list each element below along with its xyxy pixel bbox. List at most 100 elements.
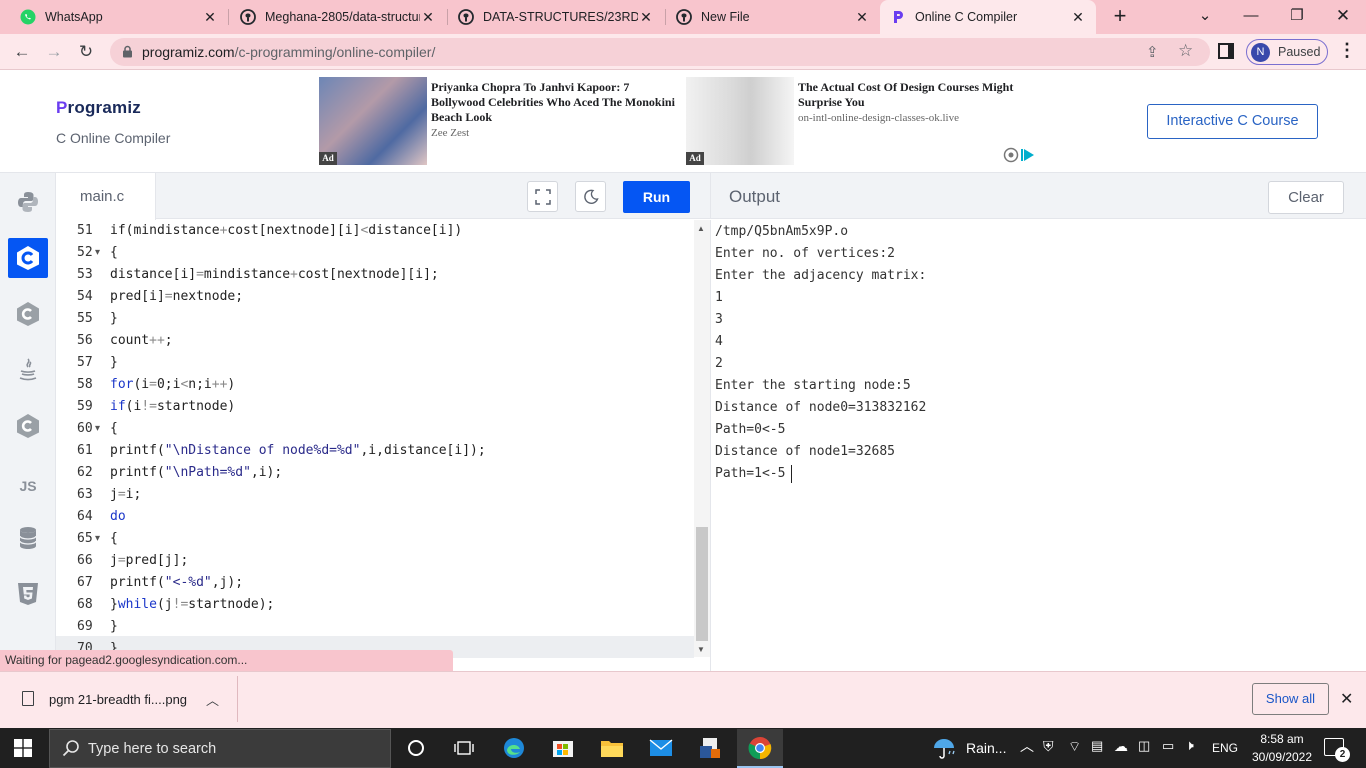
loading-status: Waiting for pagead2.googlesyndication.co…	[0, 650, 453, 671]
address-bar[interactable]: programiz.com/c-programming/online-compi…	[110, 38, 1210, 66]
battery-icon[interactable]: ▭	[1162, 738, 1174, 754]
divider	[237, 676, 238, 722]
code-line: if(mindistance+cost[nextnode][i]<distanc…	[110, 223, 463, 238]
close-tab-icon[interactable]: ✕	[638, 9, 654, 26]
security-shield-icon[interactable]: ⛨	[1043, 738, 1054, 755]
tab-whatsapp[interactable]: WhatsApp ✕	[10, 0, 228, 34]
weather-label[interactable]: Rain...	[966, 740, 1006, 756]
forward-icon[interactable]: →	[42, 40, 66, 64]
tab-label: WhatsApp	[45, 10, 103, 24]
meet-now-icon[interactable]: ◫	[1138, 738, 1150, 754]
python-icon[interactable]	[8, 182, 48, 222]
url-host: programiz.com	[142, 44, 235, 60]
csharp-language-icon[interactable]	[8, 406, 48, 446]
fold-toggle-icon[interactable]: ▾	[95, 242, 100, 264]
line-number: 67	[77, 575, 93, 590]
weather-rain-icon[interactable]	[932, 736, 958, 763]
scrollbar-thumb[interactable]	[696, 527, 708, 641]
ad-title[interactable]: Priyanka Chopra To Janhvi Kapoor: 7 Boll…	[431, 80, 681, 125]
clear-button[interactable]: Clear	[1268, 181, 1344, 214]
profile-status: Paused	[1278, 45, 1321, 59]
network-icon[interactable]: ⌔	[1068, 738, 1081, 756]
close-downloads-icon[interactable]: ✕	[1340, 689, 1353, 709]
close-tab-icon[interactable]: ✕	[420, 9, 436, 26]
code-line: do	[110, 509, 126, 524]
restore-icon[interactable]: ❐	[1274, 0, 1320, 34]
tab-github-2[interactable]: DATA-STRUCTURES/23RD D ✕	[448, 0, 664, 34]
code-line: printf("\nPath=%d",i);	[110, 465, 283, 480]
file-explorer-icon[interactable]	[597, 734, 627, 762]
output-line: Distance of node0=313832162	[715, 400, 927, 415]
bookmark-star-icon[interactable]: ☆	[1178, 41, 1193, 61]
close-window-icon[interactable]: ✕	[1320, 0, 1366, 34]
show-all-button[interactable]: Show all	[1252, 683, 1329, 715]
volume-muted-icon[interactable]: 🕨	[1185, 737, 1194, 754]
line-gutter: 51 52 ▾ 53 54 55 56 57 58 59 60 ▾ 61 62 63 64 65 ▾ 66 67 68 6…	[56, 220, 108, 656]
side-panel-icon[interactable]	[1218, 43, 1234, 59]
share-icon[interactable]: ⇪	[1146, 43, 1159, 61]
close-tab-icon[interactable]: ✕	[1070, 9, 1086, 26]
interactive-course-button[interactable]: Interactive C Course	[1147, 104, 1318, 139]
chevron-up-icon[interactable]: ︿	[206, 690, 219, 709]
code-line: {	[110, 531, 118, 546]
office-file-icon[interactable]	[695, 734, 725, 762]
store-icon[interactable]	[548, 734, 578, 762]
output-title: Output	[729, 187, 781, 206]
back-icon[interactable]: ←	[10, 40, 34, 64]
task-view-icon[interactable]	[449, 734, 479, 762]
javascript-icon[interactable]: JS	[8, 466, 48, 506]
ad-title[interactable]: The Actual Cost Of Design Courses Might …	[798, 80, 1038, 110]
language-indicator[interactable]: ENG	[1212, 741, 1238, 755]
close-tab-icon[interactable]: ✕	[202, 9, 218, 26]
line-number: 61	[77, 443, 93, 458]
profile-button[interactable]: N Paused	[1246, 39, 1328, 65]
windows-start-icon[interactable]	[14, 739, 32, 757]
database-icon[interactable]	[8, 518, 48, 558]
taskbar-search[interactable]: Type here to search	[49, 729, 391, 768]
cortana-icon[interactable]	[401, 734, 431, 762]
clock-date[interactable]: 30/09/2022	[1246, 750, 1318, 764]
html5-icon[interactable]	[8, 574, 48, 614]
fold-toggle-icon[interactable]: ▾	[95, 528, 100, 550]
text-cursor	[791, 465, 792, 483]
minimize-icon[interactable]: —	[1228, 0, 1274, 34]
chrome-icon	[745, 734, 775, 762]
tab-search-icon[interactable]: ⌄	[1182, 0, 1228, 34]
download-filename[interactable]: pgm 21-breadth fi....png	[49, 692, 187, 707]
code-line: }	[110, 355, 118, 370]
browser-menu-icon[interactable]: ⋮	[1338, 40, 1356, 61]
line-number: 51	[77, 223, 93, 238]
new-tab-button[interactable]: +	[1109, 5, 1131, 27]
close-tab-icon[interactable]: ✕	[854, 9, 870, 26]
programiz-logo[interactable]: Programiz	[56, 98, 141, 118]
tab-online-c-compiler[interactable]: Online C Compiler ✕	[880, 0, 1096, 34]
search-placeholder: Type here to search	[88, 741, 217, 757]
clock-time[interactable]: 8:58 am	[1254, 732, 1310, 746]
dark-mode-button[interactable]	[575, 181, 606, 212]
run-button[interactable]: Run	[623, 181, 690, 213]
tab-new-file[interactable]: New File ✕	[666, 0, 880, 34]
mail-icon[interactable]	[646, 734, 676, 762]
tab-github-1[interactable]: Meghana-2805/data-structur ✕	[230, 0, 446, 34]
edge-icon[interactable]	[499, 734, 529, 762]
fullscreen-button[interactable]	[527, 181, 558, 212]
scroll-down-icon[interactable]: ▼	[697, 645, 705, 654]
adchoices-icon[interactable]	[1003, 147, 1039, 163]
tab-label: New File	[701, 10, 750, 24]
scroll-up-icon[interactable]: ▲	[697, 224, 705, 233]
onedrive-icon[interactable]: ☁	[1114, 738, 1128, 755]
show-hidden-icons-icon[interactable]: ︿	[1020, 736, 1034, 756]
reload-icon[interactable]: ↻	[74, 40, 98, 64]
fold-toggle-icon[interactable]: ▾	[95, 418, 100, 440]
file-tab[interactable]: main.c	[56, 173, 156, 220]
cpp-language-icon[interactable]	[8, 294, 48, 334]
fullscreen-icon	[534, 188, 551, 205]
avatar: N	[1251, 43, 1270, 62]
line-number: 59	[77, 399, 93, 414]
output-line: Enter the starting node:5	[715, 378, 911, 393]
code-line: j=pred[j];	[110, 553, 189, 568]
display-icon[interactable]: ▤	[1091, 738, 1103, 754]
java-icon[interactable]	[8, 350, 48, 390]
line-number: 63	[77, 487, 93, 502]
c-language-icon[interactable]	[8, 238, 48, 278]
